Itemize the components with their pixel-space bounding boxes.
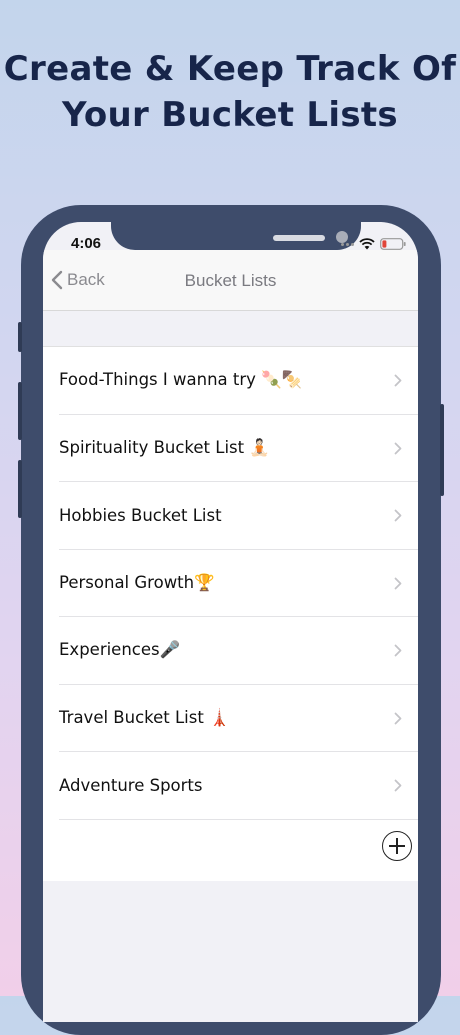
- chevron-right-icon: [394, 442, 402, 454]
- chevron-right-icon: [394, 509, 402, 522]
- list-item-food[interactable]: Food-Things I wanna try 🍡🍢: [59, 347, 418, 415]
- list-item-label: Food-Things I wanna try 🍡🍢: [59, 370, 303, 390]
- marketing-headline: Create & Keep Track Of Your Bucket Lists: [0, 46, 460, 138]
- phone-screen: 4:06 Back Bucket Lists Food-Things I wan…: [43, 222, 418, 1022]
- headline-line-1: Create & Keep Track Of: [3, 49, 457, 89]
- list-item-label: Adventure Sports: [59, 775, 203, 795]
- list-item-label: Spirituality Bucket List 🧘🏻: [59, 437, 270, 457]
- add-list-button[interactable]: [382, 831, 412, 861]
- page-title: Bucket Lists: [184, 271, 277, 290]
- bucket-list-table: Food-Things I wanna try 🍡🍢 Spirituality …: [43, 346, 418, 881]
- chevron-right-icon: [394, 779, 402, 792]
- side-button-volume-up: [18, 382, 22, 440]
- list-item-label: Travel Bucket List 🗼: [59, 707, 230, 727]
- list-item-personal-growth[interactable]: Personal Growth🏆: [59, 550, 418, 617]
- list-item-label: Hobbies Bucket List: [59, 505, 222, 525]
- list-item-label: Experiences🎤: [59, 640, 181, 660]
- list-item-experiences[interactable]: Experiences🎤: [59, 617, 418, 685]
- chevron-right-icon: [394, 644, 402, 657]
- status-icons: [341, 238, 406, 250]
- chevron-right-icon: [394, 577, 402, 589]
- wifi-icon: [359, 238, 375, 250]
- side-button-power: [440, 404, 444, 496]
- list-item-spirituality[interactable]: Spirituality Bucket List 🧘🏻: [59, 415, 418, 482]
- chevron-right-icon: [394, 712, 402, 724]
- list-item-travel[interactable]: Travel Bucket List 🗼: [59, 685, 418, 752]
- list-item-hobbies[interactable]: Hobbies Bucket List: [59, 482, 418, 550]
- chevron-right-icon: [394, 374, 402, 387]
- list-item-label: Personal Growth🏆: [59, 572, 215, 592]
- speaker: [273, 235, 325, 241]
- notch: [111, 222, 361, 250]
- side-button-silent: [18, 322, 22, 352]
- list-item-adventure-sports[interactable]: Adventure Sports: [59, 752, 418, 820]
- headline-line-2: Your Bucket Lists: [62, 95, 398, 135]
- navigation-bar: Back Bucket Lists: [43, 250, 418, 311]
- side-button-volume-down: [18, 460, 22, 518]
- signal-dots-icon: [341, 242, 354, 246]
- battery-icon: [380, 238, 406, 250]
